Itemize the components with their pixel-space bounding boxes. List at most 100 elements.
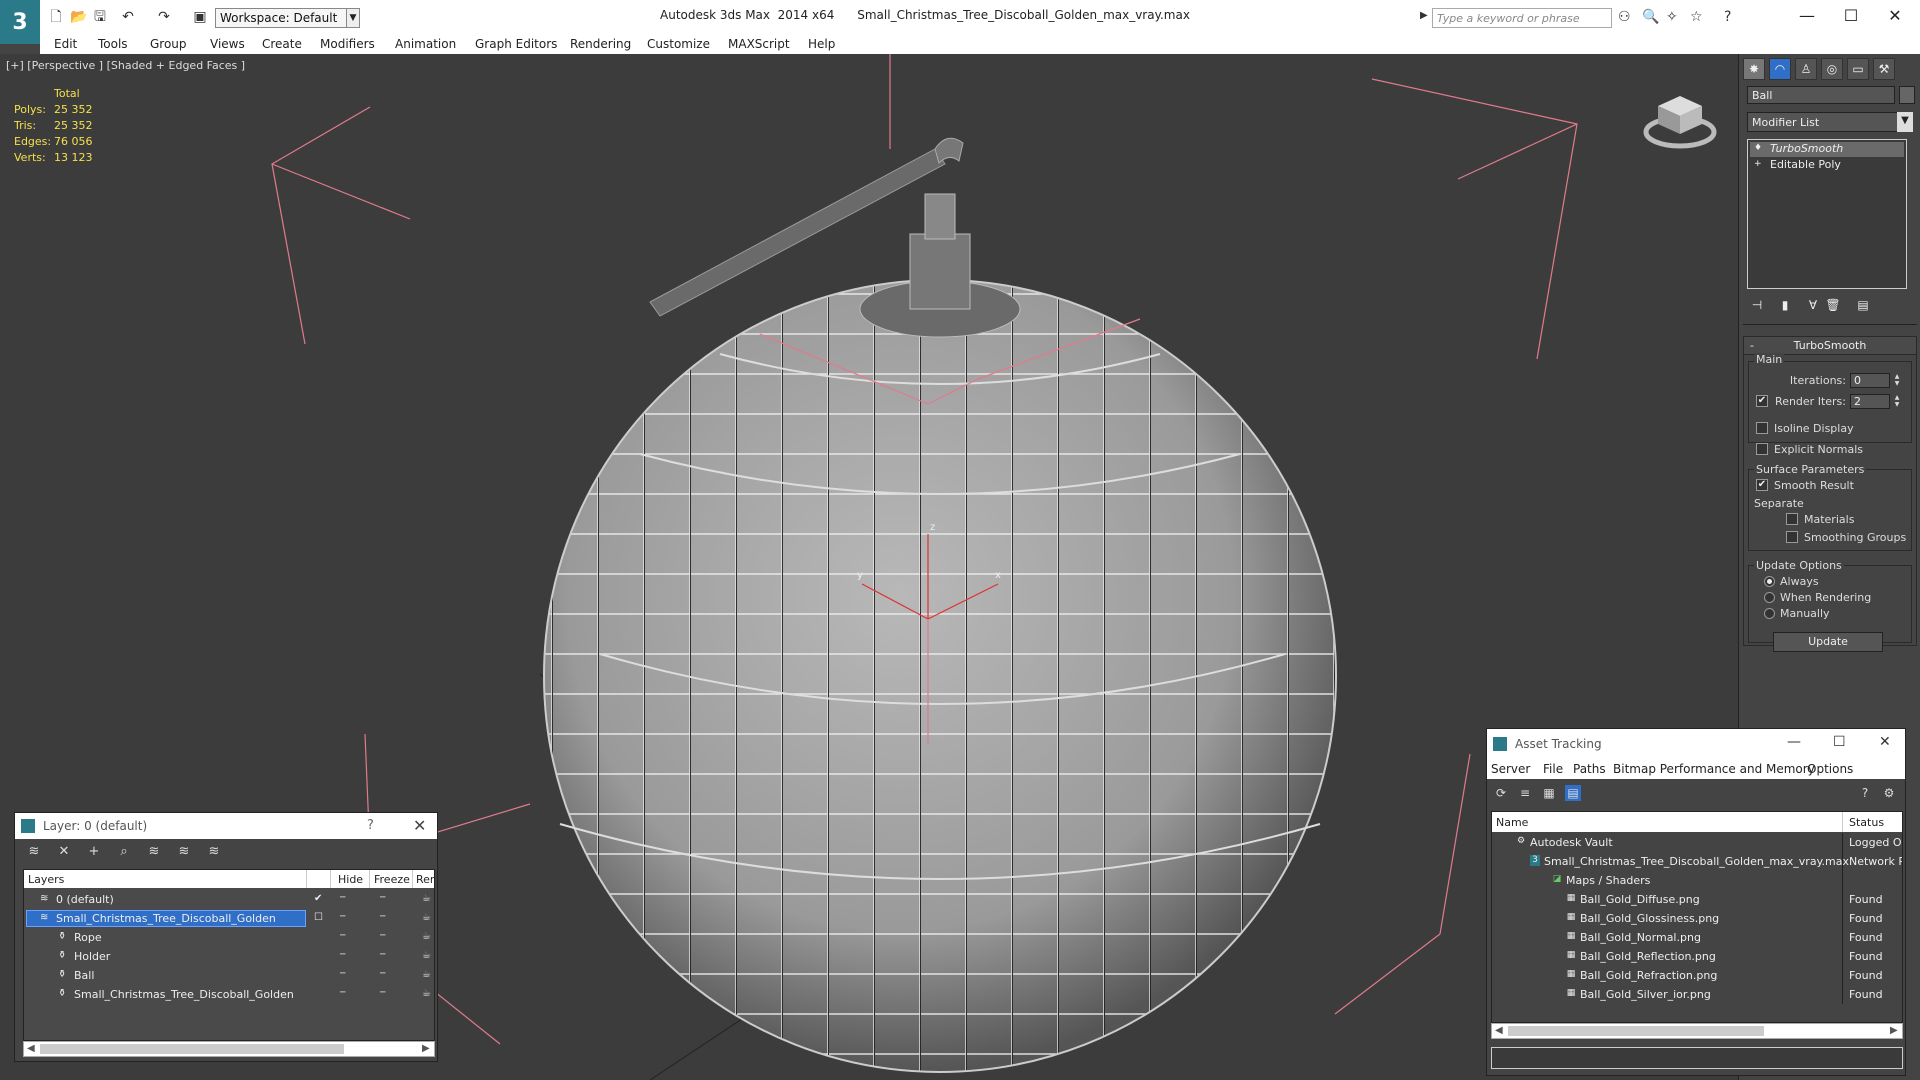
select-objects-icon[interactable]: ⌕: [115, 843, 133, 861]
configure-modifier-sets-icon[interactable]: ▤: [1855, 298, 1871, 314]
expand-plus-icon[interactable]: +: [1754, 159, 1764, 169]
workspace-select[interactable]: Workspace: Default: [215, 8, 359, 28]
stack-item-editable-poly[interactable]: + Editable Poly: [1750, 158, 1904, 173]
column-render[interactable]: Ren: [416, 873, 434, 886]
show-end-result-icon[interactable]: ▮: [1777, 298, 1793, 314]
pin-stack-icon[interactable]: ⊣: [1749, 298, 1765, 314]
render-teapot-icon[interactable]: ☕: [422, 988, 431, 999]
hide-toggle[interactable]: ━: [340, 951, 352, 960]
menu-customize[interactable]: Customize: [647, 37, 710, 51]
minimize-button[interactable]: —: [1784, 4, 1830, 28]
menu-animation[interactable]: Animation: [395, 37, 456, 51]
menu-server[interactable]: Server: [1491, 762, 1530, 776]
hide-toggle[interactable]: ━: [340, 894, 352, 903]
active-layer-check-icon[interactable]: ✔: [314, 893, 322, 904]
iterations-spinner[interactable]: 0: [1850, 373, 1890, 388]
asset-row[interactable]: ⚙ Autodesk Vault Logged Or: [1492, 833, 1902, 852]
smooth-result-checkbox[interactable]: ✔: [1756, 479, 1768, 491]
menu-tools[interactable]: Tools: [98, 37, 128, 51]
scroll-right-icon[interactable]: ▶: [422, 1043, 430, 1054]
layer-row[interactable]: ⚱ Small_Christmas_Tree_Discoball_Golden …: [24, 985, 434, 1004]
object-color-swatch[interactable]: [1899, 86, 1915, 104]
binoculars-icon[interactable]: ⚇: [1618, 9, 1631, 25]
display-tab-icon[interactable]: ▭: [1847, 58, 1869, 80]
viewcube-icon[interactable]: [1640, 84, 1720, 154]
hide-toggle[interactable]: ━: [340, 913, 352, 922]
column-hide[interactable]: Hide: [338, 873, 363, 886]
render-teapot-icon[interactable]: ☕: [422, 950, 431, 961]
explicit-normals-checkbox[interactable]: [1756, 443, 1768, 455]
lightbulb-icon[interactable]: ♦: [1754, 143, 1764, 153]
close-button[interactable]: ✕: [1872, 4, 1918, 28]
layer-row[interactable]: ⚱ Ball ━ ━ ☕: [24, 966, 434, 985]
horizontal-scrollbar[interactable]: ◀ ▶: [1491, 1023, 1903, 1039]
column-layers[interactable]: Layers: [28, 873, 64, 886]
redo-icon[interactable]: ↷: [156, 9, 172, 25]
menu-graph-editors[interactable]: Graph Editors: [475, 37, 557, 51]
freeze-toggle[interactable]: ━: [380, 989, 392, 998]
asset-row[interactable]: 3 Small_Christmas_Tree_Discoball_Golden_…: [1492, 852, 1902, 871]
thumbnail-view-icon[interactable]: ▦: [1541, 785, 1557, 801]
scroll-left-icon[interactable]: ◀: [1495, 1025, 1503, 1036]
app-logo-icon[interactable]: 3: [0, 0, 40, 44]
render-iters-checkbox[interactable]: ✔: [1756, 395, 1768, 407]
stack-item-turbosmooth[interactable]: ♦ TurboSmooth: [1750, 142, 1904, 157]
help-icon[interactable]: ?: [1857, 785, 1873, 801]
hierarchy-tab-icon[interactable]: ♙: [1795, 58, 1817, 80]
hide-all-layers-icon[interactable]: ≋: [175, 843, 193, 861]
render-iters-spinner[interactable]: 2: [1850, 394, 1890, 409]
horizontal-scrollbar[interactable]: ◀ ▶: [23, 1041, 435, 1057]
asset-row[interactable]: ▦ Ball_Gold_Diffuse.png Found: [1492, 890, 1902, 909]
layer-row[interactable]: ≋ 0 (default) ✔ ━ ━ ☕: [24, 890, 434, 909]
layer-row[interactable]: ⚱ Holder ━ ━ ☕: [24, 947, 434, 966]
when-rendering-radio[interactable]: [1764, 592, 1775, 603]
search-expand-icon[interactable]: ▶: [1420, 10, 1428, 21]
column-name[interactable]: Name: [1496, 816, 1528, 829]
update-button[interactable]: Update: [1773, 632, 1883, 652]
remove-modifier-icon[interactable]: 🗑: [1825, 298, 1841, 314]
asset-row[interactable]: ▦ Ball_Gold_Refraction.png Found: [1492, 966, 1902, 985]
undo-icon[interactable]: ↶: [120, 9, 136, 25]
freeze-toggle[interactable]: ━: [380, 894, 392, 903]
layer-row[interactable]: ≋ Small_Christmas_Tree_Discoball_Golden …: [24, 909, 434, 928]
save-file-icon[interactable]: 🖫: [92, 9, 108, 25]
asset-row[interactable]: ▦ Ball_Gold_Reflection.png Found: [1492, 947, 1902, 966]
favorites-star-icon[interactable]: ☆: [1690, 9, 1703, 25]
layer-row[interactable]: ⚱ Rope ━ ━ ☕: [24, 928, 434, 947]
minimize-button[interactable]: —: [1787, 734, 1801, 750]
list-view-icon[interactable]: ≡: [1517, 785, 1533, 801]
menu-paths[interactable]: Paths: [1573, 762, 1606, 776]
asset-window-titlebar[interactable]: Asset Tracking — ☐ ✕: [1487, 729, 1905, 759]
hide-toggle[interactable]: ━: [340, 989, 352, 998]
menu-file[interactable]: File: [1543, 762, 1563, 776]
render-teapot-icon[interactable]: ☕: [422, 931, 431, 942]
modify-tab-icon[interactable]: ◠: [1769, 58, 1791, 80]
asset-row[interactable]: ▦ Ball_Gold_Normal.png Found: [1492, 928, 1902, 947]
render-teapot-icon[interactable]: ☕: [422, 893, 431, 904]
menu-rendering[interactable]: Rendering: [570, 37, 631, 51]
menu-group[interactable]: Group: [150, 37, 187, 51]
create-layer-icon[interactable]: ≋: [25, 843, 43, 861]
close-button[interactable]: ✕: [413, 816, 426, 835]
close-button[interactable]: ✕: [1879, 734, 1891, 750]
column-status[interactable]: Status: [1849, 816, 1884, 829]
render-teapot-icon[interactable]: ☕: [422, 969, 431, 980]
layer-window-titlebar[interactable]: Layer: 0 (default) ? ✕: [15, 813, 437, 839]
scroll-left-icon[interactable]: ◀: [27, 1043, 35, 1054]
render-teapot-icon[interactable]: ☕: [422, 912, 431, 923]
chevron-down-icon[interactable]: ▼: [346, 8, 360, 28]
highlight-layer-icon[interactable]: ≋: [145, 843, 163, 861]
maximize-button[interactable]: ☐: [1828, 4, 1874, 28]
spinner-arrows-icon[interactable]: ▲ ▼: [1892, 394, 1902, 409]
asset-row[interactable]: ◪ Maps / Shaders: [1492, 871, 1902, 890]
help-icon[interactable]: ?: [1724, 9, 1731, 25]
isoline-display-checkbox[interactable]: [1756, 422, 1768, 434]
menu-views[interactable]: Views: [210, 37, 245, 51]
menu-bitmap-performance[interactable]: Bitmap Performance and Memory: [1613, 762, 1815, 776]
viewport-label[interactable]: [+] [Perspective ] [Shaded + Edged Faces…: [6, 59, 245, 72]
column-freeze[interactable]: Freeze: [374, 873, 410, 886]
create-tab-icon[interactable]: ✸: [1743, 58, 1765, 80]
settings-icon[interactable]: ⚙: [1881, 785, 1897, 801]
menu-create[interactable]: Create: [262, 37, 302, 51]
refresh-icon[interactable]: ⟳: [1493, 785, 1509, 801]
